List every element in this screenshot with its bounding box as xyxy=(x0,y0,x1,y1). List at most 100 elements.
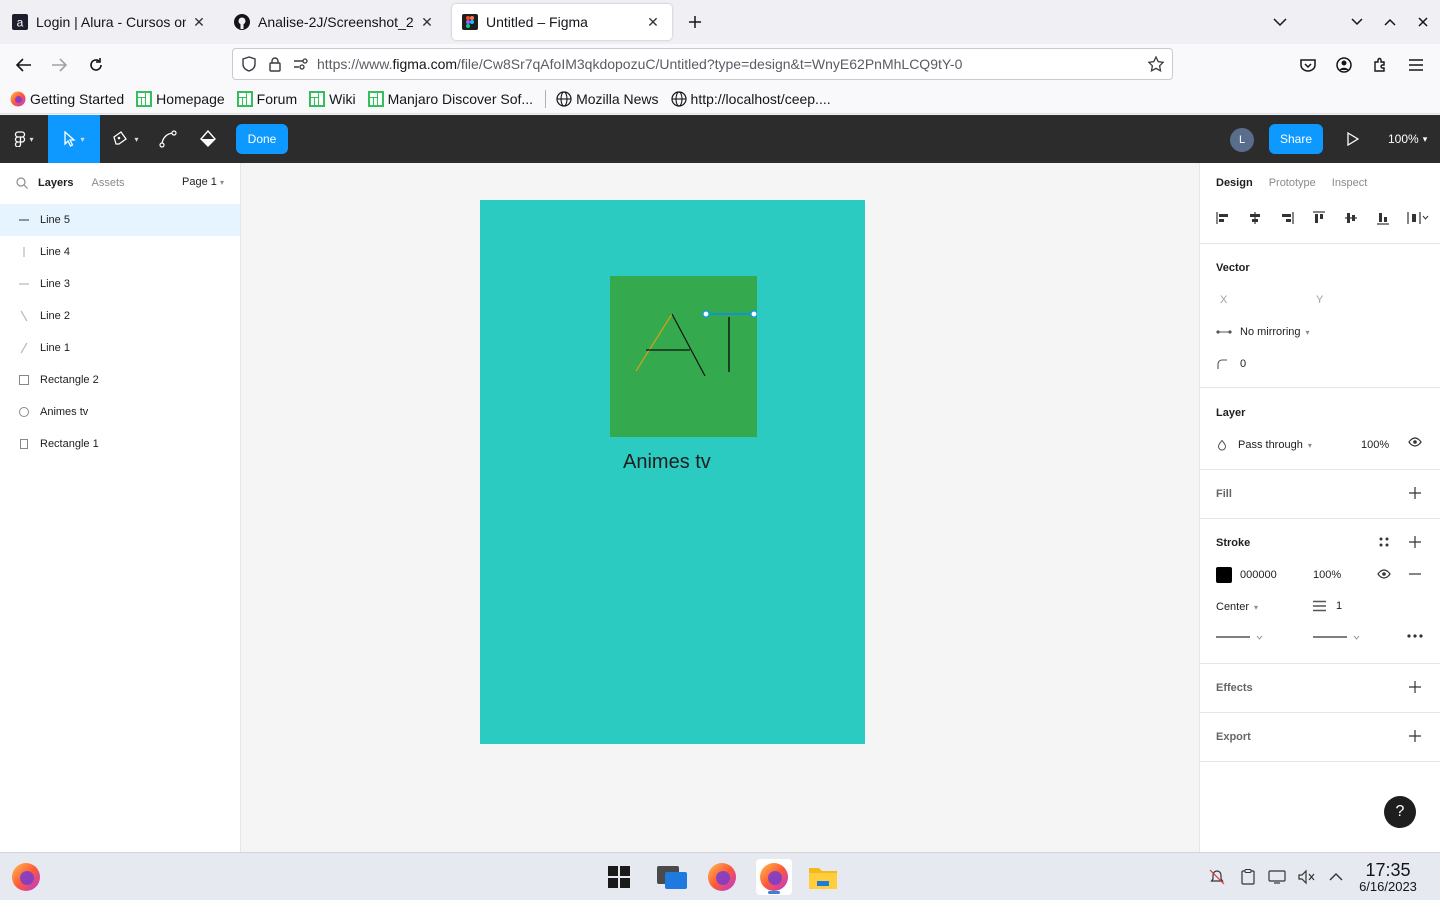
bookmark-forum[interactable]: Forum xyxy=(236,90,297,107)
add-export-button[interactable] xyxy=(1407,728,1423,744)
add-fill-button[interactable] xyxy=(1407,485,1423,501)
align-bottom-icon[interactable] xyxy=(1374,209,1392,227)
eye-icon[interactable] xyxy=(1377,569,1391,579)
align-right-icon[interactable] xyxy=(1278,209,1296,227)
tab-alura-login[interactable]: a Login | Alura - Cursos onlin ✕ xyxy=(2,4,218,40)
bookmark-wiki[interactable]: Wiki xyxy=(309,90,356,107)
layer-item[interactable]: Rectangle 1 xyxy=(0,428,240,460)
avatar[interactable]: L xyxy=(1230,128,1254,152)
frame-title-text[interactable]: Animes tv xyxy=(623,451,711,474)
new-tab-button[interactable] xyxy=(683,10,707,34)
close-icon[interactable]: ✕ xyxy=(644,13,662,31)
stroke-color-swatch[interactable] xyxy=(1216,567,1232,583)
stroke-weight-field[interactable]: 1 xyxy=(1313,600,1342,612)
y-field[interactable]: Y xyxy=(1316,294,1323,306)
distribute-icon[interactable] xyxy=(1406,209,1430,227)
bookmark-mozilla-news[interactable]: Mozilla News xyxy=(556,91,659,107)
bookmark-manjaro-discover[interactable]: Manjaro Discover Sof... xyxy=(367,90,533,107)
eye-icon[interactable] xyxy=(1408,437,1422,447)
bookmark-localhost[interactable]: http://localhost/ceep.... xyxy=(670,91,831,107)
done-button[interactable]: Done xyxy=(236,124,288,154)
layer-item[interactable]: Line 3 xyxy=(0,268,240,300)
layer-item[interactable]: Line 5 xyxy=(0,204,240,236)
logo-drawing[interactable] xyxy=(610,276,757,437)
clipboard-icon[interactable] xyxy=(1238,867,1258,887)
minimize-button[interactable] xyxy=(1345,10,1369,34)
help-button[interactable]: ? xyxy=(1384,796,1416,828)
bend-tool-button[interactable] xyxy=(152,115,184,163)
start-menu-icon[interactable] xyxy=(601,859,637,895)
reload-button[interactable] xyxy=(83,52,109,78)
list-tabs-button[interactable] xyxy=(1268,10,1292,34)
notifications-muted-icon[interactable] xyxy=(1207,867,1227,887)
share-button[interactable]: Share xyxy=(1269,124,1323,154)
stroke-end-dropdown[interactable] xyxy=(1313,632,1363,642)
stroke-color-field[interactable]: 000000 xyxy=(1216,567,1277,583)
align-top-icon[interactable] xyxy=(1310,209,1328,227)
blend-mode-dropdown[interactable]: Pass through ▾ xyxy=(1216,439,1312,451)
display-icon[interactable] xyxy=(1267,867,1287,887)
url-bar[interactable]: https://www.figma.com/file/Cw8Sr7qAfoIM3… xyxy=(232,48,1173,80)
zoom-dropdown[interactable]: 100% ▾ xyxy=(1388,115,1427,163)
tab-github[interactable]: Analise-2J/Screenshot_202 ✕ xyxy=(224,4,446,40)
stroke-opacity-field[interactable]: 100% xyxy=(1313,569,1341,581)
menu-icon[interactable] xyxy=(1403,52,1429,78)
layer-item[interactable]: Animes tv xyxy=(0,396,240,428)
task-view-icon[interactable] xyxy=(654,859,690,895)
pen-tool-button[interactable]: ▾ xyxy=(104,115,148,163)
main-menu-button[interactable]: ▾ xyxy=(0,115,48,163)
more-options-icon[interactable] xyxy=(1407,634,1423,638)
move-tool-button[interactable]: ▾ xyxy=(48,115,100,163)
back-button[interactable] xyxy=(11,52,37,78)
volume-muted-icon[interactable] xyxy=(1297,867,1317,887)
forward-button[interactable] xyxy=(46,52,72,78)
layer-opacity-field[interactable]: 100% xyxy=(1361,439,1389,451)
x-field[interactable]: X xyxy=(1220,294,1227,306)
clock[interactable]: 17:35 6/16/2023 xyxy=(1350,861,1426,895)
tab-prototype[interactable]: Prototype xyxy=(1269,177,1316,189)
layer-item[interactable]: Rectangle 2 xyxy=(0,364,240,396)
firefox-taskbar-icon[interactable] xyxy=(704,859,740,895)
bookmark-getting-started[interactable]: Getting Started xyxy=(10,91,124,107)
layer-item[interactable]: Line 4 xyxy=(0,236,240,268)
lock-icon[interactable] xyxy=(265,54,285,74)
add-effect-button[interactable] xyxy=(1407,679,1423,695)
search-icon[interactable] xyxy=(16,177,28,189)
firefox-launcher-icon[interactable] xyxy=(8,859,44,895)
bookmark-star-icon[interactable] xyxy=(1146,54,1166,74)
page-selector[interactable]: Page 1 ▾ xyxy=(182,176,224,188)
layer-item[interactable]: Line 1 xyxy=(0,332,240,364)
layer-item[interactable]: Line 2 xyxy=(0,300,240,332)
tab-assets[interactable]: Assets xyxy=(91,177,124,189)
design-frame[interactable]: Animes tv xyxy=(480,200,865,744)
tab-design[interactable]: Design xyxy=(1216,177,1253,189)
bookmark-homepage[interactable]: Homepage xyxy=(136,90,225,107)
system-tray-expand-icon[interactable] xyxy=(1326,867,1346,887)
maximize-button[interactable] xyxy=(1378,10,1402,34)
stroke-start-dropdown[interactable] xyxy=(1216,632,1266,642)
tab-layers[interactable]: Layers xyxy=(38,177,73,189)
firefox-active-window-icon[interactable] xyxy=(756,859,792,895)
logo-rectangle[interactable] xyxy=(610,276,757,437)
design-canvas[interactable]: Animes tv xyxy=(241,163,1199,852)
remove-stroke-button[interactable] xyxy=(1409,569,1421,579)
account-icon[interactable] xyxy=(1331,52,1357,78)
pocket-icon[interactable] xyxy=(1295,52,1321,78)
corner-radius-field[interactable]: 0 xyxy=(1216,358,1246,370)
align-left-icon[interactable] xyxy=(1214,209,1232,227)
close-icon[interactable]: ✕ xyxy=(190,13,208,31)
tab-inspect[interactable]: Inspect xyxy=(1332,177,1367,189)
permissions-icon[interactable] xyxy=(291,54,311,74)
close-icon[interactable]: ✕ xyxy=(418,13,436,31)
url-text[interactable]: https://www.figma.com/file/Cw8Sr7qAfoIM3… xyxy=(317,56,1146,72)
file-manager-icon[interactable] xyxy=(805,859,841,895)
tab-figma[interactable]: Untitled – Figma ✕ xyxy=(452,4,672,40)
mirroring-dropdown[interactable]: No mirroring ▾ xyxy=(1216,326,1310,338)
shield-icon[interactable] xyxy=(239,54,259,74)
style-grid-icon[interactable] xyxy=(1376,534,1392,550)
align-horizontal-center-icon[interactable] xyxy=(1246,209,1264,227)
stroke-position-dropdown[interactable]: Center ▾ xyxy=(1216,601,1258,613)
paint-bucket-tool-button[interactable] xyxy=(192,115,224,163)
align-vertical-center-icon[interactable] xyxy=(1342,209,1360,227)
close-window-button[interactable] xyxy=(1411,10,1435,34)
